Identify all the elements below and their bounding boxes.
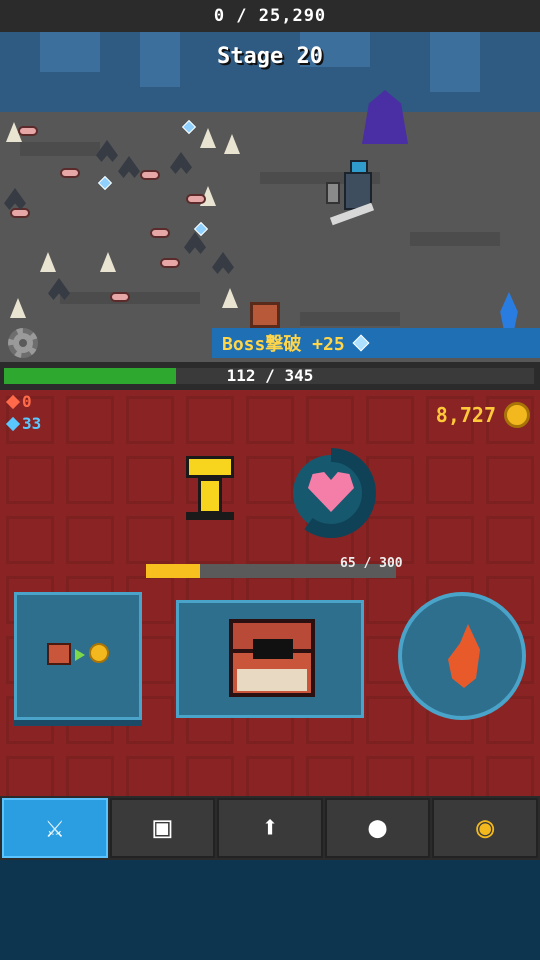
blue-gem-stat: 33 xyxy=(5,414,42,433)
coin-icon xyxy=(504,402,530,428)
sell-chest-button[interactable] xyxy=(14,592,142,720)
xp-text: 65 / 300 xyxy=(340,556,403,571)
hp-row: 112 / 345 xyxy=(0,362,540,390)
blue-gem-icon xyxy=(5,416,21,431)
nav-battle[interactable]: ⚔ xyxy=(2,798,108,858)
red-gem-count: 0 xyxy=(22,392,32,411)
top-bar: 0 / 25,290 xyxy=(0,0,540,32)
nav-shop[interactable]: ◉ xyxy=(432,798,538,858)
gear-icon[interactable] xyxy=(8,328,38,358)
treasure-chest-icon[interactable] xyxy=(250,302,280,328)
gold-amount: 8,727 xyxy=(435,403,496,427)
hero-knight xyxy=(326,160,390,232)
xp-bar-fill xyxy=(146,564,201,578)
heart-cooldown[interactable] xyxy=(284,446,378,540)
bottom-nav: ⚔ ▣ ⬆ ● ◉ xyxy=(0,796,540,860)
chest-icon xyxy=(47,643,71,665)
red-gem-icon xyxy=(5,394,21,409)
boss-reward-banner: Boss撃破 +25 xyxy=(212,328,540,358)
monster-swarm xyxy=(0,112,260,342)
upgrade-panel: 0 33 8,727 65 / 300 xyxy=(0,390,540,796)
blue-gem-icon xyxy=(352,334,370,352)
stage-title: Stage 20 xyxy=(217,44,323,69)
crossed-swords-icon: ⚔ xyxy=(45,810,64,845)
nav-items[interactable]: ▣ xyxy=(109,798,216,858)
arrow-right-icon xyxy=(75,649,85,661)
battle-scene: Stage 20 xyxy=(0,32,540,362)
coin-icon: ◉ xyxy=(476,810,495,845)
boss-reward-text: Boss撃破 +25 xyxy=(222,334,345,355)
red-gem-stat: 0 xyxy=(5,392,32,411)
flame-icon xyxy=(448,624,480,688)
nav-unlock[interactable]: ● xyxy=(324,798,431,858)
key-icon[interactable] xyxy=(180,456,240,522)
nav-upgrade[interactable]: ⬆ xyxy=(217,798,323,858)
box-icon: ▣ xyxy=(153,810,172,845)
blue-gem-count: 33 xyxy=(22,414,42,433)
open-chest-button[interactable] xyxy=(176,600,364,718)
progress-counter: 0 / 25,290 xyxy=(213,6,327,26)
keyhole-icon: ● xyxy=(368,810,387,845)
bottom-background xyxy=(0,860,540,960)
hp-text: 112 / 345 xyxy=(226,366,314,385)
coin-icon xyxy=(89,643,109,663)
gold-display: 8,727 xyxy=(436,402,530,428)
up-arrow-icon: ⬆ xyxy=(260,810,280,845)
treasure-chest-icon xyxy=(229,619,315,699)
fire-skill-button[interactable] xyxy=(398,592,526,720)
